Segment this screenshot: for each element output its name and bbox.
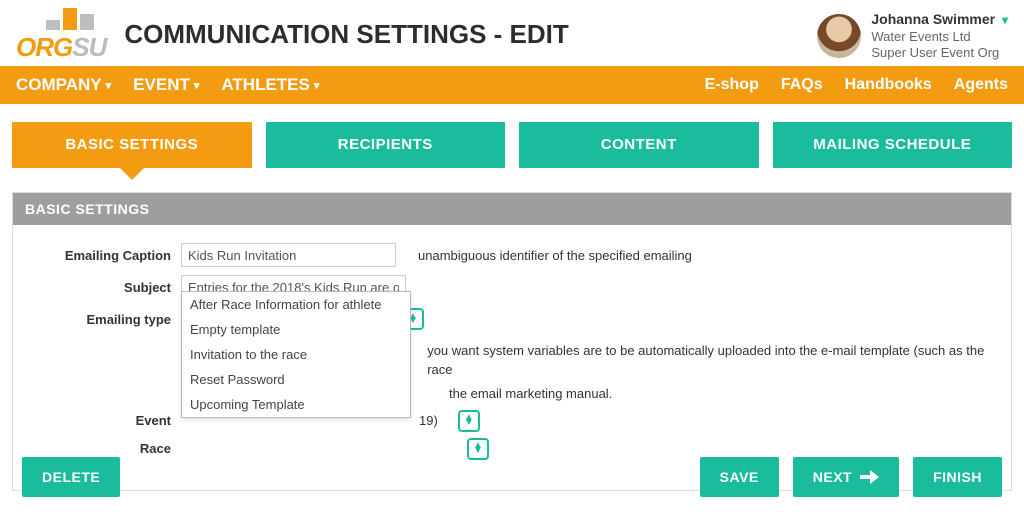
hint-emailing-type-line2: the email marketing manual. (449, 382, 612, 404)
chevron-down-icon: ▾ (1002, 13, 1008, 27)
user-menu[interactable]: Johanna Swimmer ▾ Water Events Ltd Super… (817, 6, 1008, 62)
dropdown-option[interactable]: Upcoming Template (182, 392, 410, 417)
nav-handbooks[interactable]: Handbooks (845, 76, 932, 94)
user-company: Water Events Ltd (871, 29, 1008, 46)
panel-title: BASIC SETTINGS (13, 193, 1011, 225)
user-name: Johanna Swimmer (871, 11, 995, 27)
main-nav: COMPANY▾ EVENT▾ ATHLETES▾ E-shop FAQs Ha… (0, 66, 1024, 104)
tabs: BASIC SETTINGS RECIPIENTS CONTENT MAILIN… (0, 104, 1024, 168)
label-emailing-type: Emailing type (31, 312, 181, 327)
nav-eshop[interactable]: E-shop (705, 76, 759, 94)
dropdown-option[interactable]: After Race Information for athlete (182, 292, 410, 317)
delete-button[interactable]: DELETE (22, 457, 120, 497)
next-button[interactable]: NEXT (793, 457, 899, 497)
tab-recipients[interactable]: RECIPIENTS (266, 122, 506, 168)
tab-basic-settings[interactable]: BASIC SETTINGS (12, 122, 252, 168)
tab-content[interactable]: CONTENT (519, 122, 759, 168)
finish-button[interactable]: FINISH (913, 457, 1002, 497)
save-button[interactable]: SAVE (700, 457, 779, 497)
chevron-down-icon: ▾ (194, 79, 200, 92)
dropdown-emailing-type[interactable]: After Race Information for athlete Empty… (181, 291, 411, 418)
brand-logo: ORGSU (16, 6, 106, 63)
input-emailing-caption[interactable] (181, 243, 396, 267)
user-role: Super User Event Org (871, 45, 1008, 62)
tab-mailing-schedule[interactable]: MAILING SCHEDULE (773, 122, 1013, 168)
hint-emailing-caption: unambiguous identifier of the specified … (418, 248, 692, 263)
chevron-down-icon: ▾ (106, 79, 112, 92)
arrow-right-icon (860, 470, 879, 484)
next-button-label: NEXT (813, 469, 852, 485)
nav-company[interactable]: COMPANY▾ (16, 75, 111, 95)
nav-faqs[interactable]: FAQs (781, 76, 823, 94)
nav-athletes[interactable]: ATHLETES▾ (221, 75, 319, 95)
avatar (817, 14, 861, 58)
input-event-partial: 19) (419, 413, 438, 428)
page-title: COMMUNICATION SETTINGS - EDIT (124, 19, 568, 50)
stepper-event[interactable]: ▲ ▼ (458, 410, 480, 432)
dropdown-option[interactable]: Empty template (182, 317, 410, 342)
dropdown-option[interactable]: Invitation to the race (182, 342, 410, 367)
footer-actions: DELETE SAVE NEXT FINISH (0, 441, 1024, 515)
nav-agents[interactable]: Agents (954, 76, 1008, 94)
nav-event[interactable]: EVENT▾ (133, 75, 199, 95)
hint-emailing-type-line1: you want system variables are to be auto… (427, 339, 993, 380)
dropdown-option[interactable]: Reset Password (182, 367, 410, 392)
label-emailing-caption: Emailing Caption (31, 248, 181, 263)
label-subject: Subject (31, 280, 181, 295)
chevron-down-icon: ▼ (464, 421, 474, 426)
chevron-down-icon: ▾ (314, 79, 320, 92)
label-event: Event (31, 413, 181, 428)
